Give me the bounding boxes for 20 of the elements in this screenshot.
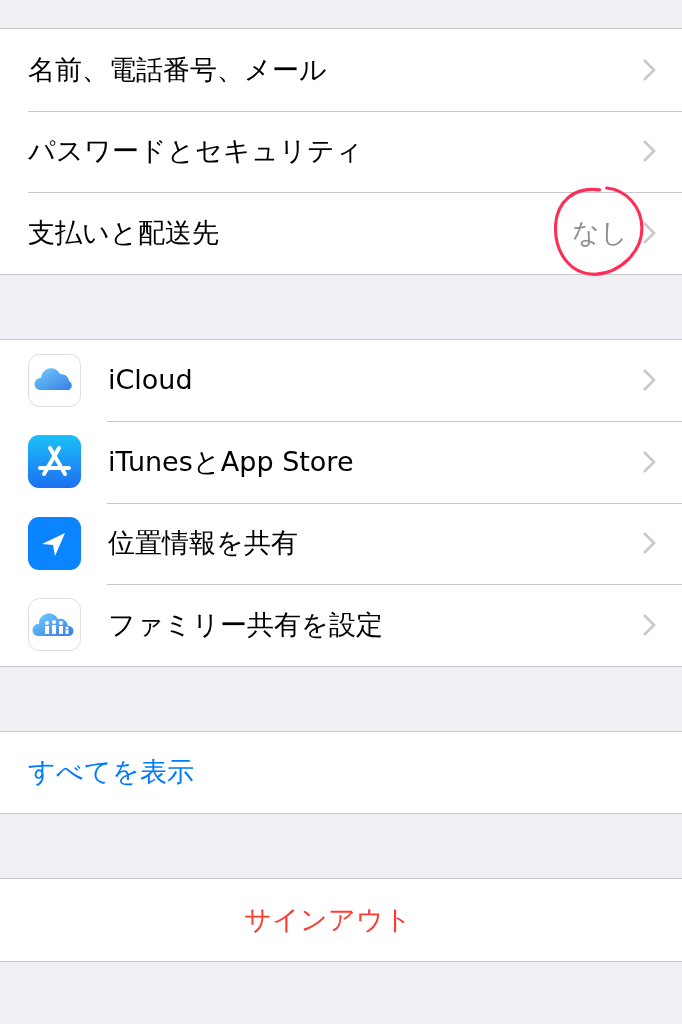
chevron-icon xyxy=(642,220,656,245)
show-all-link[interactable]: すべてを表示 xyxy=(28,752,194,793)
chevron-icon xyxy=(642,57,656,82)
chevron-icon xyxy=(642,449,656,474)
settings-item[interactable]: 位置情報を共有 xyxy=(108,523,298,564)
family-cloud-icon xyxy=(28,598,81,652)
settings-item[interactable]: パスワードとセキュリティ xyxy=(28,131,363,172)
settings-item[interactable]: 支払いと配送先 xyxy=(28,212,219,253)
settings-item[interactable]: iTunesとApp Store xyxy=(108,441,354,482)
app-store-icon xyxy=(28,435,81,489)
sign-out-button[interactable]: サインアウト xyxy=(244,899,412,940)
cloud-icon xyxy=(28,353,81,407)
settings-item[interactable]: ファミリー共有を設定 xyxy=(108,604,383,645)
chevron-icon xyxy=(642,368,656,393)
chevron-icon xyxy=(642,531,656,556)
value-text: なし xyxy=(572,212,628,253)
chevron-icon xyxy=(642,139,656,164)
settings-item[interactable]: 名前、電話番号、メール xyxy=(28,49,327,90)
settings-item[interactable]: iCloud xyxy=(108,360,193,401)
chevron-icon xyxy=(642,612,656,637)
